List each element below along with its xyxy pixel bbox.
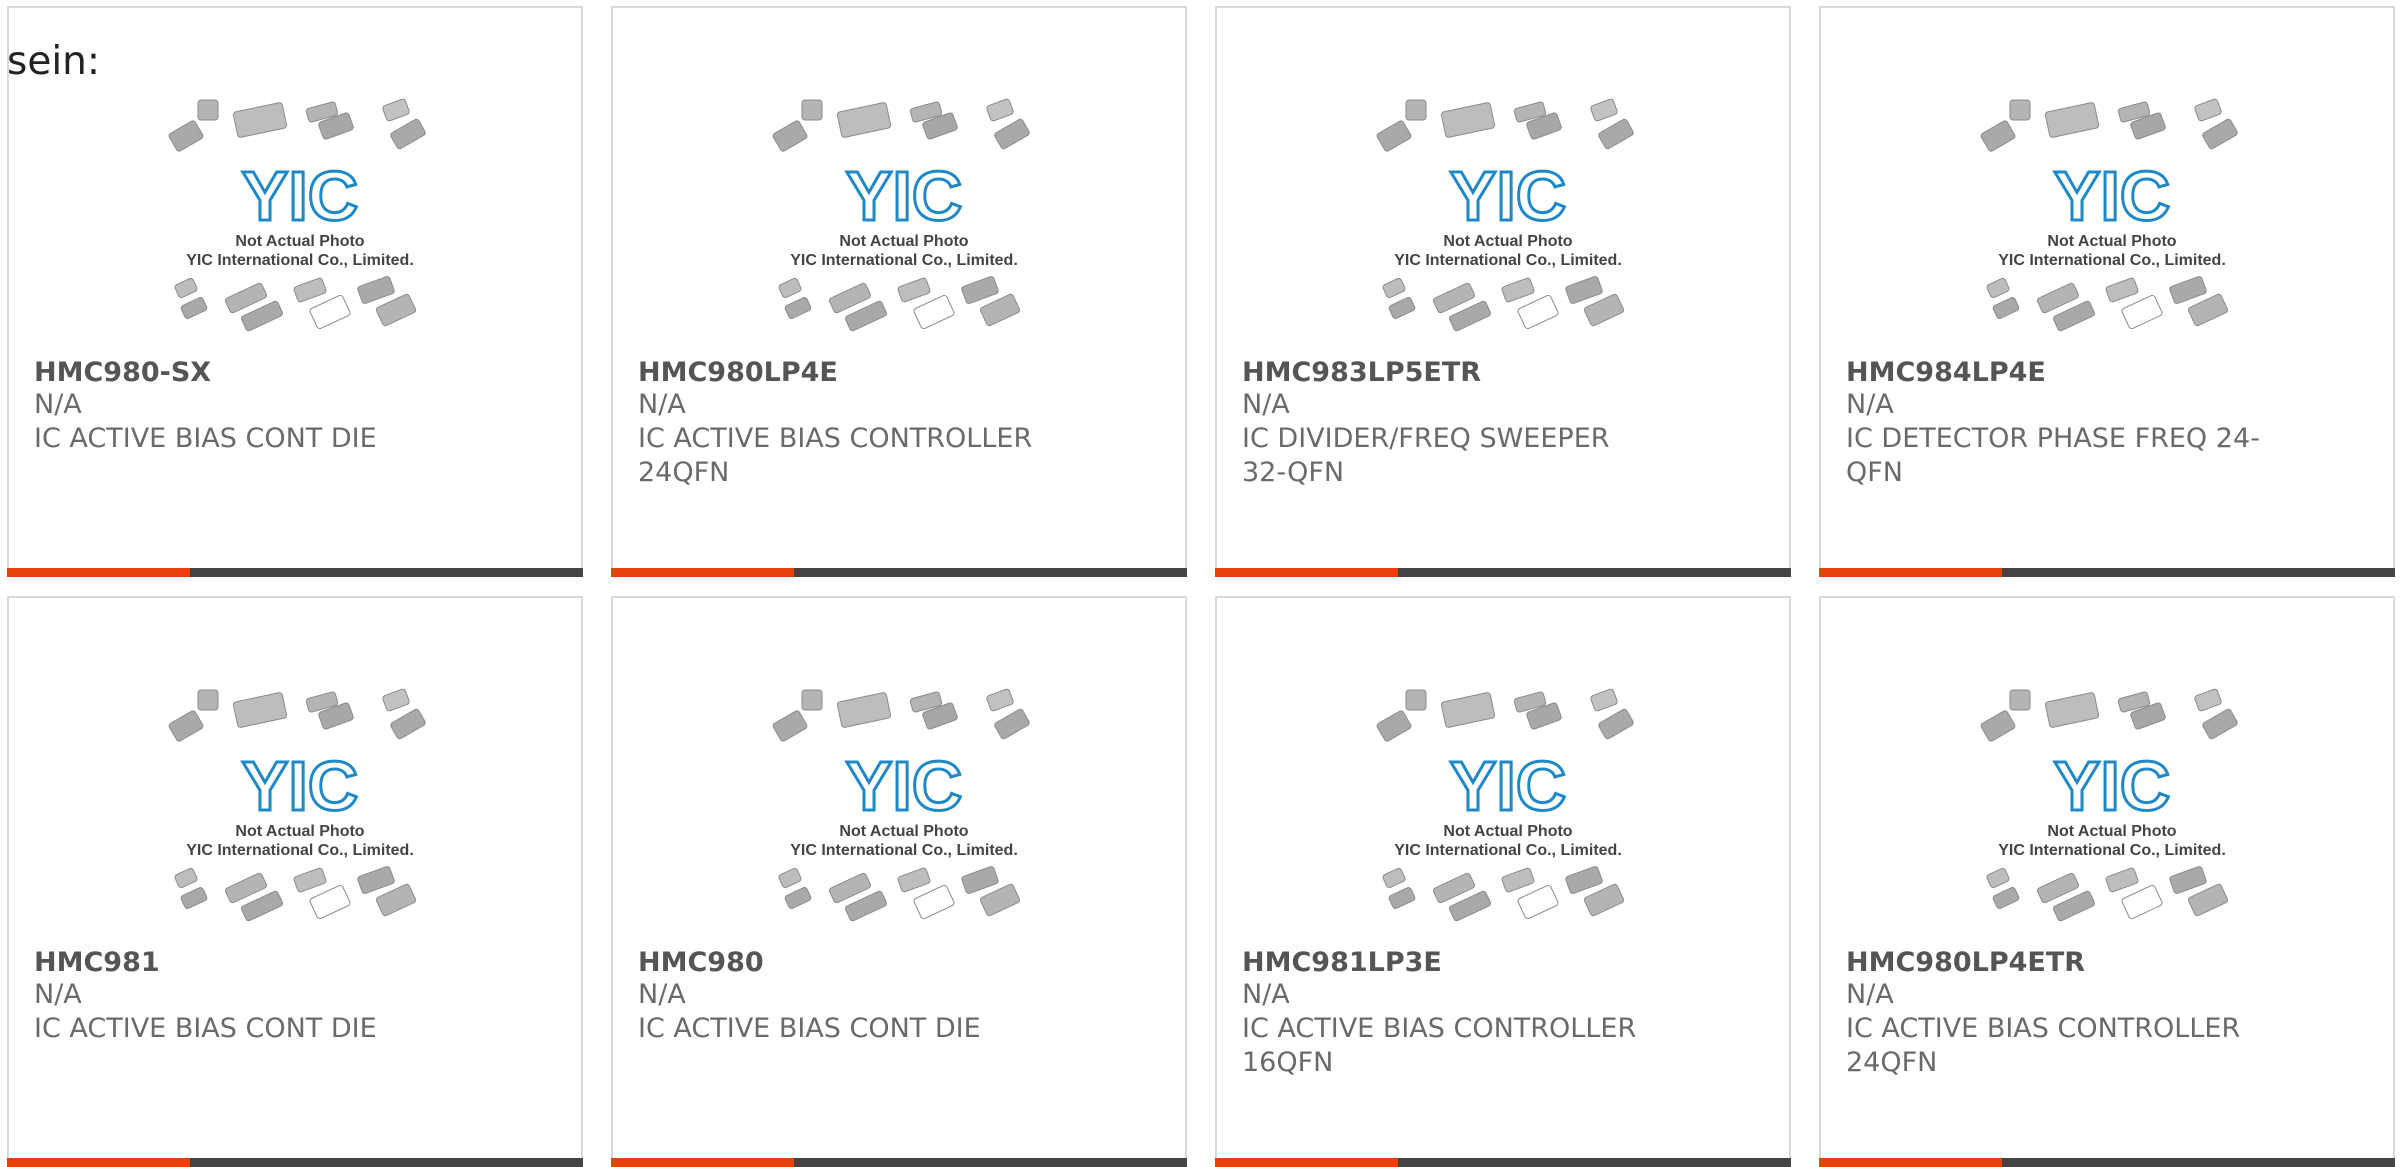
part-number[interactable]: HMC981LP3E (1242, 943, 1442, 983)
product-card[interactable]: YIC Not Actual Photo YIC International C… (1215, 596, 1791, 1167)
description: IC ACTIVE BIAS CONTROLLER 24QFN (638, 423, 1033, 488)
description: IC ACTIVE BIAS CONT DIE (638, 1013, 981, 1044)
product-photo-placeholder: YIC Not Actual Photo YIC International C… (768, 688, 1038, 938)
manufacturer: N/A (1242, 389, 1290, 420)
product-card[interactable]: YIC Not Actual Photo YIC International C… (611, 6, 1187, 577)
card-accent-bar (7, 1158, 190, 1167)
yic-logo: YIC (2054, 747, 2171, 825)
manufacturer: N/A (1846, 389, 1894, 420)
description: IC ACTIVE BIAS CONTROLLER 16QFN (1242, 1013, 1637, 1078)
description: IC DIVIDER/FREQ SWEEPER 32-QFN (1242, 423, 1610, 488)
card-bottom-bar (7, 568, 583, 577)
manufacturer: N/A (638, 979, 686, 1010)
svg-text:YIC International Co., Limited: YIC International Co., Limited. (186, 252, 414, 269)
yic-logo: YIC (1450, 157, 1567, 235)
svg-text:Not Actual Photo: Not Actual Photo (235, 233, 364, 250)
yic-logo: YIC (242, 747, 359, 825)
svg-text:YIC International Co., Limited: YIC International Co., Limited. (186, 842, 414, 859)
svg-text:YIC International Co., Limited: YIC International Co., Limited. (790, 252, 1018, 269)
product-photo-placeholder: YIC Not Actual Photo YIC International C… (1372, 688, 1642, 938)
card-accent-bar (7, 568, 190, 577)
part-number[interactable]: HMC980-SX (34, 353, 211, 393)
manufacturer: N/A (34, 389, 82, 420)
card-bottom-bar (611, 1158, 1187, 1167)
product-photo-placeholder: YIC Not Actual Photo YIC International C… (1976, 98, 2246, 348)
svg-text:YIC International Co., Limited: YIC International Co., Limited. (1394, 842, 1622, 859)
svg-text:Not Actual Photo: Not Actual Photo (839, 823, 968, 840)
product-grid: YIC Not Actual Photo YIC International C… (0, 0, 2400, 1167)
product-card[interactable]: YIC Not Actual Photo YIC International C… (7, 6, 583, 577)
yic-logo: YIC (1450, 747, 1567, 825)
card-bottom-bar (1215, 1158, 1791, 1167)
card-bottom-bar (611, 568, 1187, 577)
part-number[interactable]: HMC980LP4E (638, 353, 838, 393)
yic-logo: YIC (846, 747, 963, 825)
description: IC DETECTOR PHASE FREQ 24-QFN (1846, 423, 2260, 488)
card-accent-bar (1215, 568, 1398, 577)
part-number[interactable]: HMC981 (34, 943, 160, 983)
product-photo-placeholder: YIC Not Actual Photo YIC International C… (1976, 688, 2246, 938)
product-photo-placeholder: YIC Not Actual Photo YIC International C… (1372, 98, 1642, 348)
card-accent-bar (611, 568, 794, 577)
part-number[interactable]: HMC984LP4E (1846, 353, 2046, 393)
yic-logo: YIC (846, 157, 963, 235)
description: IC ACTIVE BIAS CONT DIE (34, 1013, 377, 1044)
card-bottom-bar (7, 1158, 583, 1167)
lead-text: sein: (7, 39, 101, 84)
description: IC ACTIVE BIAS CONT DIE (34, 423, 377, 454)
svg-text:YIC International Co., Limited: YIC International Co., Limited. (1394, 252, 1622, 269)
product-photo-placeholder: YIC Not Actual Photo YIC International C… (768, 98, 1038, 348)
card-bottom-bar (1215, 568, 1791, 577)
svg-text:Not Actual Photo: Not Actual Photo (2047, 233, 2176, 250)
manufacturer: N/A (34, 979, 82, 1010)
card-accent-bar (1215, 1158, 1398, 1167)
svg-text:Not Actual Photo: Not Actual Photo (235, 823, 364, 840)
manufacturer: N/A (1846, 979, 1894, 1010)
svg-text:YIC International Co., Limited: YIC International Co., Limited. (1998, 842, 2226, 859)
svg-text:YIC International Co., Limited: YIC International Co., Limited. (790, 842, 1018, 859)
product-photo-placeholder: YIC Not Actual Photo YIC International C… (164, 98, 434, 348)
svg-text:Not Actual Photo: Not Actual Photo (1443, 233, 1572, 250)
part-number[interactable]: HMC980LP4ETR (1846, 943, 2085, 983)
description: IC ACTIVE BIAS CONTROLLER 24QFN (1846, 1013, 2241, 1078)
part-number[interactable]: HMC980 (638, 943, 764, 983)
card-bottom-bar (1819, 1158, 2395, 1167)
card-bottom-bar (1819, 568, 2395, 577)
svg-text:Not Actual Photo: Not Actual Photo (2047, 823, 2176, 840)
manufacturer: N/A (638, 389, 686, 420)
svg-text:Not Actual Photo: Not Actual Photo (1443, 823, 1572, 840)
product-card[interactable]: YIC Not Actual Photo YIC International C… (7, 596, 583, 1167)
svg-text:Not Actual Photo: Not Actual Photo (839, 233, 968, 250)
product-card[interactable]: YIC Not Actual Photo YIC International C… (1819, 596, 2395, 1167)
product-photo-placeholder: YIC Not Actual Photo YIC International C… (164, 688, 434, 938)
product-card[interactable]: YIC Not Actual Photo YIC International C… (1819, 6, 2395, 577)
manufacturer: N/A (1242, 979, 1290, 1010)
card-accent-bar (1819, 1158, 2002, 1167)
product-card[interactable]: YIC Not Actual Photo YIC International C… (1215, 6, 1791, 577)
card-accent-bar (1819, 568, 2002, 577)
card-accent-bar (611, 1158, 794, 1167)
svg-text:YIC International Co., Limited: YIC International Co., Limited. (1998, 252, 2226, 269)
yic-logo: YIC (2054, 157, 2171, 235)
yic-logo: YIC (242, 157, 359, 235)
part-number[interactable]: HMC983LP5ETR (1242, 353, 1481, 393)
product-card[interactable]: YIC Not Actual Photo YIC International C… (611, 596, 1187, 1167)
